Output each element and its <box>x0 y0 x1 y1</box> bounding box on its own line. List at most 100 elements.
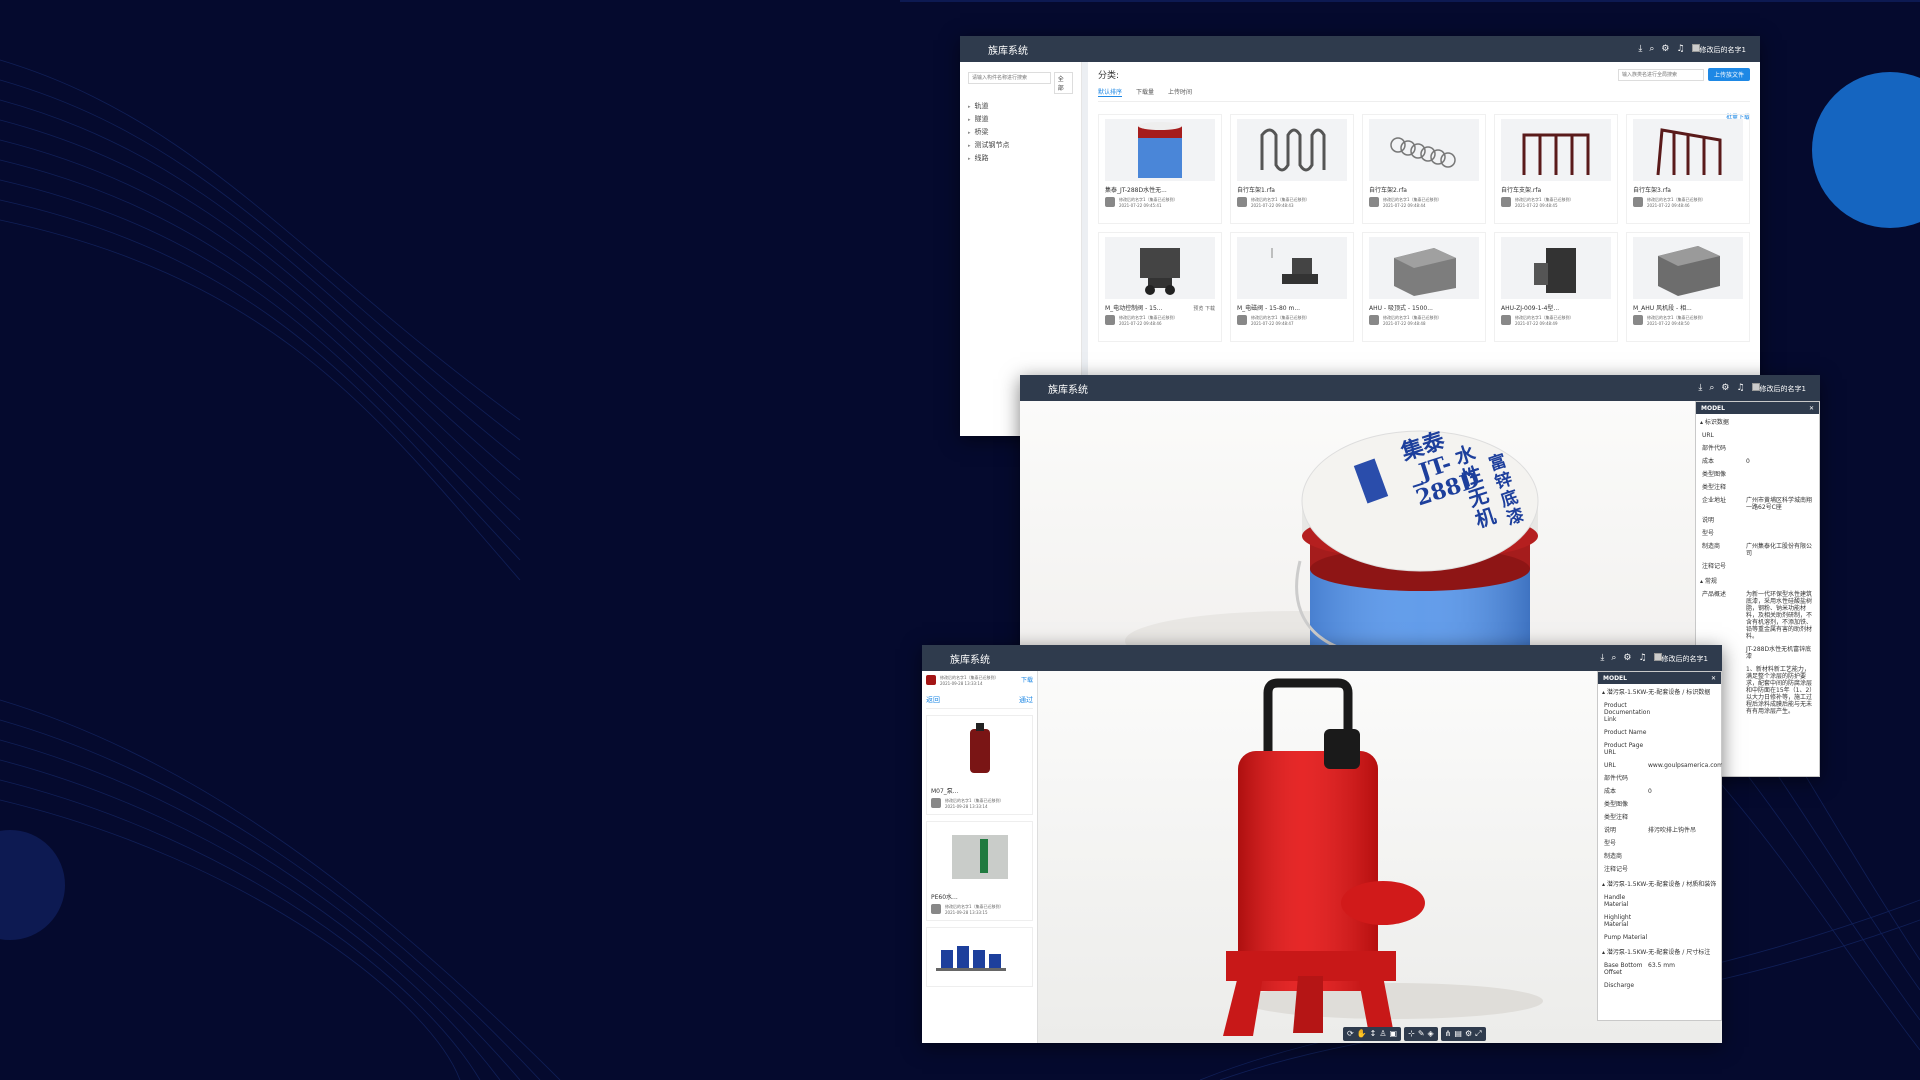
walk-icon[interactable]: ♙ <box>1379 1029 1386 1039</box>
family-name: 集泰_JT-288D水性无... <box>1105 187 1167 194</box>
prop-key: 类型注释 <box>1604 814 1629 821</box>
scope-select[interactable]: 全部 <box>1053 72 1074 94</box>
back-link[interactable]: 返回 <box>926 695 940 705</box>
bell-icon[interactable]: ♫ <box>1638 653 1646 663</box>
list-item[interactable] <box>926 927 1033 987</box>
gear-icon[interactable]: ⚙ <box>1661 44 1669 54</box>
settings-icon[interactable]: ⚙ <box>1465 1029 1472 1039</box>
bell-icon[interactable]: ♫ <box>1736 383 1744 393</box>
prop-value: 排污吹排上钩件吊 <box>1648 827 1697 834</box>
section-header[interactable]: ▴ 标识数据 <box>1696 414 1819 429</box>
family-card[interactable]: 自行车支架.rfa 修改后的名字1（集泰已迁移到） 2021-07-22 09:48… <box>1494 114 1618 224</box>
panel-title: MODEL <box>1701 404 1725 412</box>
tree-icon[interactable]: ⋔ <box>1445 1029 1452 1039</box>
family-card[interactable]: AHU-ZJ-009-1-4型... 修改后的名字1（集泰已迁移到） 2021-07… <box>1494 232 1618 342</box>
family-card[interactable]: M_AHU 风机段 - 相... 修改后的名字1（集泰已迁移到） 2021-07-2… <box>1626 232 1750 342</box>
prop-value <box>1648 866 1715 873</box>
pan-icon[interactable]: ✋ <box>1357 1029 1367 1039</box>
sort-tab[interactable]: 下载量 <box>1136 87 1154 97</box>
section-header[interactable]: ▴ 潜污泵-1.5KW-无-配套设备 / 标识数据 <box>1598 684 1721 699</box>
section-header[interactable]: ▴ 潜污泵-1.5KW-无-配套设备 / 材质和装饰 <box>1598 876 1721 891</box>
family-name: M_电磁阀 - 15-80 m... <box>1237 305 1301 312</box>
category-tree: ▸ 轨道 ▸ 隧道 ▸ 桥梁 ▸ 测试钢节点 ▸ 线路 <box>968 100 1073 165</box>
user-name: 修改后的名字1 <box>1699 45 1746 54</box>
tree-search-input[interactable] <box>968 72 1051 84</box>
pick-link[interactable]: 通过 <box>1019 695 1033 705</box>
caret-right-icon: ▸ <box>968 104 971 110</box>
search-icon[interactable]: ⌕ <box>1611 653 1616 663</box>
section-icon[interactable]: ◈ <box>1428 1029 1434 1039</box>
panel-title: MODEL <box>1603 674 1627 682</box>
close-icon[interactable]: ✕ <box>1711 675 1716 682</box>
prop-key: Base Bottom Offset <box>1604 962 1643 976</box>
gear-icon[interactable]: ⚙ <box>1721 383 1729 393</box>
section-header[interactable]: ▴ 常规 <box>1696 573 1819 588</box>
prop-value <box>1648 729 1715 736</box>
avatar <box>1501 197 1511 207</box>
family-card[interactable]: M_电动控制阀 - 15... 修改后的名字1（集泰已迁移到） 2021-07-22… <box>1098 232 1222 342</box>
prop-value: 1、新材料新工艺能力，满足整个涂层的防护要求，配套中间的防腐涂层和中防面在15年… <box>1746 666 1813 715</box>
family-card[interactable]: M_电磁阀 - 15-80 m... 修改后的名字1（集泰已迁移到） 2021-07… <box>1230 232 1354 342</box>
family-name: 自行车架2.rfa <box>1369 187 1407 194</box>
tree-item[interactable]: ▸ 隧道 <box>968 113 1073 126</box>
list-item[interactable]: PE60水... 修改后的名字1（集泰已迁移到） 2021-09-28 13:33:… <box>926 821 1033 921</box>
sort-tabs: 默认排序 下载量 上传时间 <box>1098 87 1750 102</box>
property-row: 类型注释 <box>1598 811 1721 824</box>
family-thumbnail <box>1369 119 1479 181</box>
prop-key: 成本 <box>1604 788 1617 795</box>
item-meta: 修改后的名字1（集泰已迁移到） 2021-09-28 13:33:15 <box>931 904 1028 916</box>
user-menu[interactable]: 修改后的名字1 <box>1653 652 1708 664</box>
zoom-icon[interactable]: ↕ <box>1370 1029 1377 1039</box>
user-menu[interactable]: 修改后的名字1 <box>1751 382 1806 394</box>
bell-icon[interactable]: ♫ <box>1676 44 1684 54</box>
family-card[interactable]: 自行车架3.rfa 修改后的名字1（集泰已迁移到） 2021-07-22 09:48… <box>1626 114 1750 224</box>
close-icon[interactable]: ✕ <box>1809 405 1814 412</box>
prop-key: Product Name <box>1604 729 1647 736</box>
prop-value <box>1746 530 1813 537</box>
download-icon[interactable]: ⤓ <box>1638 44 1642 54</box>
property-row: Highlight Material <box>1598 911 1721 931</box>
search-icon[interactable]: ⌕ <box>1649 44 1654 54</box>
prop-key: Highlight Material <box>1604 914 1632 928</box>
download-link[interactable]: 下载 <box>1021 675 1033 684</box>
prop-value: 0 <box>1746 458 1750 465</box>
pen-icon[interactable]: ✎ <box>1418 1029 1425 1039</box>
prop-value <box>1746 517 1813 524</box>
user-menu[interactable]: 修改后的名字1 <box>1691 43 1746 55</box>
fullscreen-icon[interactable]: ⤢ <box>1475 1029 1481 1039</box>
sort-tab[interactable]: 上传时间 <box>1168 87 1192 97</box>
tree-item[interactable]: ▸ 线路 <box>968 152 1073 165</box>
orbit-icon[interactable]: ⟳ <box>1347 1029 1354 1039</box>
download-icon[interactable]: ⤓ <box>1698 383 1702 393</box>
prop-value[interactable]: www.goulpsamerica.com <box>1648 762 1722 769</box>
sort-tab[interactable]: 默认排序 <box>1098 87 1123 97</box>
prop-value <box>1648 982 1715 989</box>
item-date: 2021-09-28 13:33:15 <box>945 910 988 915</box>
family-date: 2021-07-22 09:48:49 <box>1515 321 1558 326</box>
gear-icon[interactable]: ⚙ <box>1623 653 1631 663</box>
card-actions[interactable]: 预览 下载 <box>1193 305 1215 312</box>
model-properties-panel: MODEL ✕ ▴ 潜污泵-1.5KW-无-配套设备 / 标识数据 Product… <box>1597 671 1722 1021</box>
family-card[interactable]: 自行车架2.rfa 修改后的名字1（集泰已迁移到） 2021-07-22 09:48… <box>1362 114 1486 224</box>
measure-icon[interactable]: ⊹ <box>1408 1029 1415 1039</box>
section-header[interactable]: ▴ 潜污泵-1.5KW-无-配套设备 / 尺寸标注 <box>1598 944 1721 959</box>
prop-value: 广州市黄埔区科学城南翔一路62号C座 <box>1746 497 1813 511</box>
family-thumbnail <box>1501 119 1611 181</box>
family-meta: 修改后的名字1（集泰已迁移到） 2021-07-22 09:48:49 <box>1501 315 1611 327</box>
download-icon[interactable]: ⤓ <box>1600 653 1604 663</box>
upload-button[interactable]: 上传族文件 <box>1707 68 1750 81</box>
family-card[interactable]: 集泰_JT-288D水性无... 修改后的名字1（集泰已迁移到） 2021-07-2… <box>1098 114 1222 224</box>
search-icon[interactable]: ⌕ <box>1709 383 1714 393</box>
list-item[interactable]: M07_泵... 修改后的名字1（集泰已迁移到） 2021-09-28 13:33:… <box>926 715 1033 815</box>
prop-key: 注释记号 <box>1702 563 1727 570</box>
tree-item[interactable]: ▸ 测试钢节点 <box>968 139 1073 152</box>
avatar <box>1237 315 1247 325</box>
family-card[interactable]: 自行车架1.rfa 修改后的名字1（集泰已迁移到） 2021-07-22 09:48… <box>1230 114 1354 224</box>
property-row: Base Bottom Offset 63.5 mm <box>1598 959 1721 979</box>
family-card[interactable]: AHU - 吸顶式 - 1500... 修改后的名字1（集泰已迁移到） 2021-0… <box>1362 232 1486 342</box>
tree-item[interactable]: ▸ 桥梁 <box>968 126 1073 139</box>
tree-item[interactable]: ▸ 轨道 <box>968 100 1073 113</box>
camera-icon[interactable]: ▣ <box>1390 1029 1398 1039</box>
global-search-input[interactable] <box>1617 68 1704 81</box>
properties-icon[interactable]: ▤ <box>1454 1029 1462 1039</box>
